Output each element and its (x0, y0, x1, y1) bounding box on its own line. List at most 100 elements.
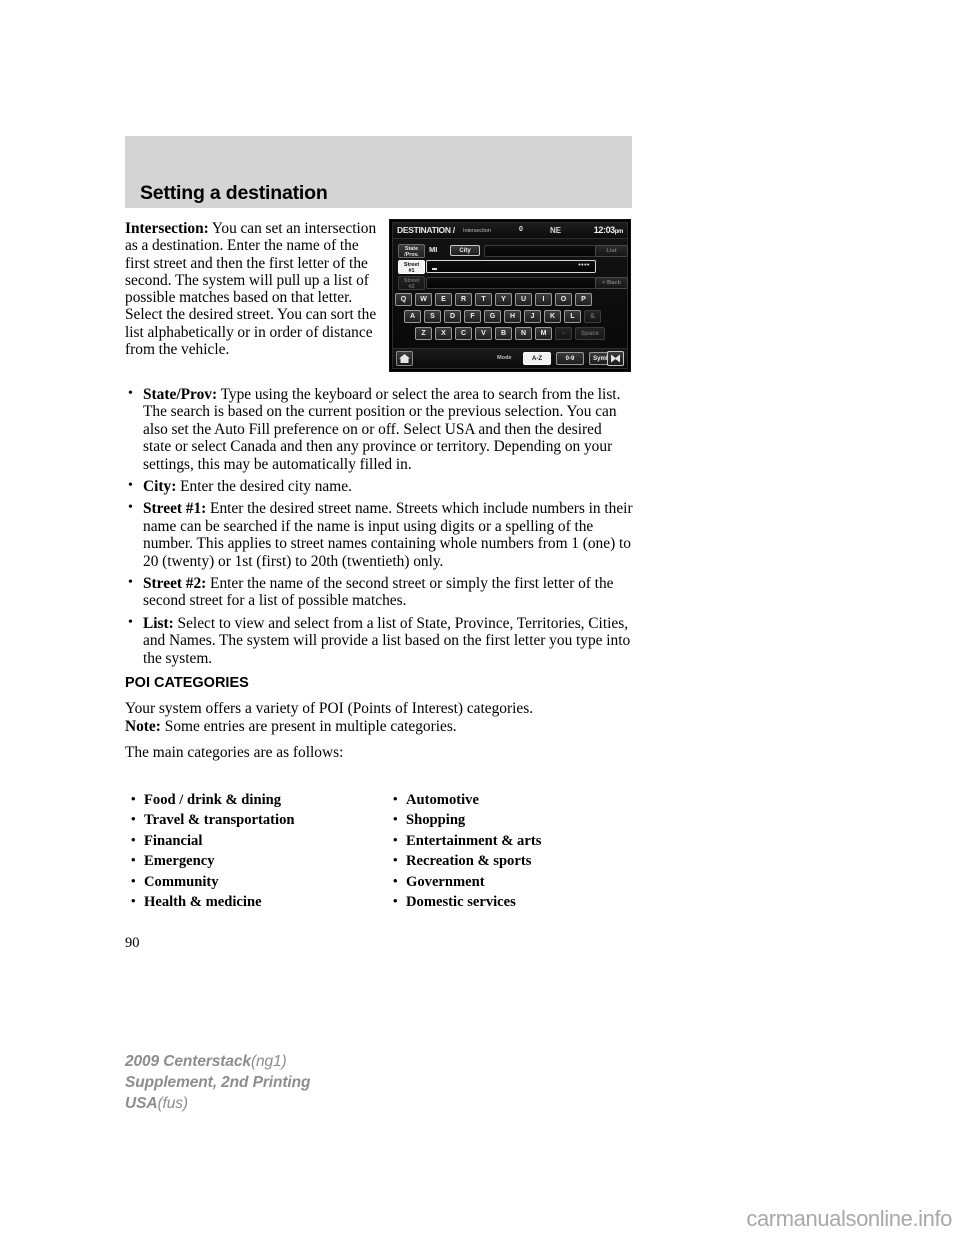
key-z[interactable]: Z (415, 327, 432, 340)
nav-top-bar: DESTINATION / Intersection 0 NE 12:03pm (393, 223, 627, 239)
poi-category-item: Recreation & sports (391, 850, 641, 871)
street1-button[interactable]: Street #1 (398, 260, 425, 274)
key-k[interactable]: K (544, 310, 561, 323)
key-h[interactable]: H (504, 310, 521, 323)
key-w[interactable]: W (415, 293, 432, 306)
key-n[interactable]: N (515, 327, 532, 340)
list-item: State/Prov: Type using the keyboard or s… (125, 385, 633, 473)
definition-bullet-list: State/Prov: Type using the keyboard or s… (125, 385, 633, 672)
poi-category-item: Community (129, 871, 389, 892)
nav-mode-bar: Mode A-Z 0-9 Symbol (393, 348, 627, 368)
key-q[interactable]: Q (395, 293, 412, 306)
street1-label-line2: #1 (408, 268, 415, 274)
street1-input[interactable]: •••• (426, 260, 596, 273)
key-r[interactable]: R (455, 293, 472, 306)
list-item-term: City: (143, 478, 177, 496)
nav-field-row-state: State /Prov. MI City List (398, 244, 628, 258)
footer-line3-bold: USA (125, 1095, 158, 1112)
key-c[interactable]: C (455, 327, 472, 340)
site-watermark: carmanualsonline.info (746, 1206, 952, 1231)
key-f[interactable]: F (464, 310, 481, 323)
list-item-text: Enter the desired street name. Streets w… (143, 500, 633, 570)
poi-lead-in: The main categories are as follows: (125, 744, 344, 761)
nav-screen-title: DESTINATION / (397, 225, 455, 235)
key-t[interactable]: T (475, 293, 492, 306)
key-space[interactable]: Space (575, 327, 605, 340)
poi-category-item: Travel & transportation (129, 809, 389, 830)
nav-field-row-street2: Street #2 < Back (398, 276, 628, 290)
key-i[interactable]: I (535, 293, 552, 306)
keyboard-row-1: QWERTYUIOP (395, 293, 595, 307)
poi-category-item: Automotive (391, 789, 641, 810)
mode-label: Mode (497, 355, 512, 361)
list-item-term: State/Prov: (143, 386, 218, 403)
street2-label-line2: #2 (408, 284, 415, 290)
poi-category-item: Domestic services (391, 891, 641, 912)
key-x[interactable]: X (435, 327, 452, 340)
poi-note-term: Note: (125, 718, 161, 735)
poi-category-item: Health & medicine (129, 891, 389, 912)
nav-clock: 12:03pm (593, 225, 624, 235)
poi-category-item: Government (391, 871, 641, 892)
footer-line1-light: (ng1) (250, 1053, 287, 1070)
list-item-term: Street #2: (143, 575, 207, 593)
key-dash[interactable]: - (555, 327, 572, 340)
compass-icon: NE (550, 225, 562, 235)
key-g[interactable]: G (484, 310, 501, 323)
key-s[interactable]: S (424, 310, 441, 323)
list-item-term: List: (143, 614, 174, 632)
nav-screen-inner: DESTINATION / Intersection 0 NE 12:03pm … (392, 222, 628, 369)
text-caret (432, 268, 437, 270)
clock-time: 12:03 (593, 225, 615, 235)
intro-text: You can set an intersection as a destina… (125, 220, 377, 359)
footer-line1-bold: 2009 Centerstack (125, 1053, 251, 1070)
nav-screen-subtitle: Intersection (463, 227, 491, 234)
key-ampersand[interactable]: & (584, 310, 601, 323)
home-icon[interactable] (396, 351, 413, 366)
key-j[interactable]: J (524, 310, 541, 323)
key-a[interactable]: A (404, 310, 421, 323)
mode-09-button[interactable]: 0-9 (556, 352, 584, 365)
key-y[interactable]: Y (495, 293, 512, 306)
list-item: List: Select to view and select from a l… (125, 614, 633, 667)
page-number: 90 (125, 935, 140, 951)
nav-field-row-street1: Street #1 •••• (398, 260, 628, 274)
poi-intro-text: Your system offers a variety of POI (Poi… (125, 700, 534, 717)
poi-category-item: Shopping (391, 809, 641, 830)
list-button[interactable]: List (595, 245, 628, 257)
key-o[interactable]: O (555, 293, 572, 306)
list-item: City: Enter the desired city name. (125, 477, 633, 496)
intro-paragraph: Intersection: You can set an intersectio… (125, 220, 383, 358)
page-title: Setting a destination (140, 182, 328, 204)
footer-line2-bold: Supplement, 2nd Printing (125, 1074, 311, 1091)
key-b[interactable]: B (495, 327, 512, 340)
document-footer: 2009 Centerstack(ng1) Supplement, 2nd Pr… (125, 1051, 310, 1114)
key-v[interactable]: V (475, 327, 492, 340)
key-u[interactable]: U (515, 293, 532, 306)
key-p[interactable]: P (575, 293, 592, 306)
poi-category-item: Financial (129, 830, 389, 851)
poi-section-heading: POI CATEGORIES (125, 675, 249, 691)
close-icon[interactable] (607, 351, 624, 366)
list-item-text: Select to view and select from a list of… (143, 614, 631, 667)
street2-input[interactable] (426, 277, 596, 289)
street1-dots: •••• (578, 262, 590, 269)
street2-button[interactable]: Street #2 (398, 276, 425, 290)
mode-az-button[interactable]: A-Z (523, 352, 551, 365)
navigation-screenshot: DESTINATION / Intersection 0 NE 12:03pm … (389, 219, 631, 372)
clock-ampm: pm (614, 229, 624, 235)
state-value: MI (429, 245, 438, 254)
key-e[interactable]: E (435, 293, 452, 306)
back-button[interactable]: < Back (595, 277, 628, 289)
nav-distance-value: 0 (519, 226, 523, 233)
key-l[interactable]: L (564, 310, 581, 323)
city-input-slot[interactable] (484, 245, 596, 257)
city-button[interactable]: City (450, 245, 480, 256)
list-item-text: Enter the name of the second street or s… (143, 575, 614, 610)
list-item: Street #2: Enter the name of the second … (125, 574, 633, 610)
key-m[interactable]: M (535, 327, 552, 340)
key-d[interactable]: D (444, 310, 461, 323)
manual-page: Setting a destination Intersection: You … (0, 0, 960, 1242)
keyboard-row-3: Z X C V B N M - Space (415, 327, 608, 341)
state-prov-button[interactable]: State /Prov. (398, 244, 425, 258)
